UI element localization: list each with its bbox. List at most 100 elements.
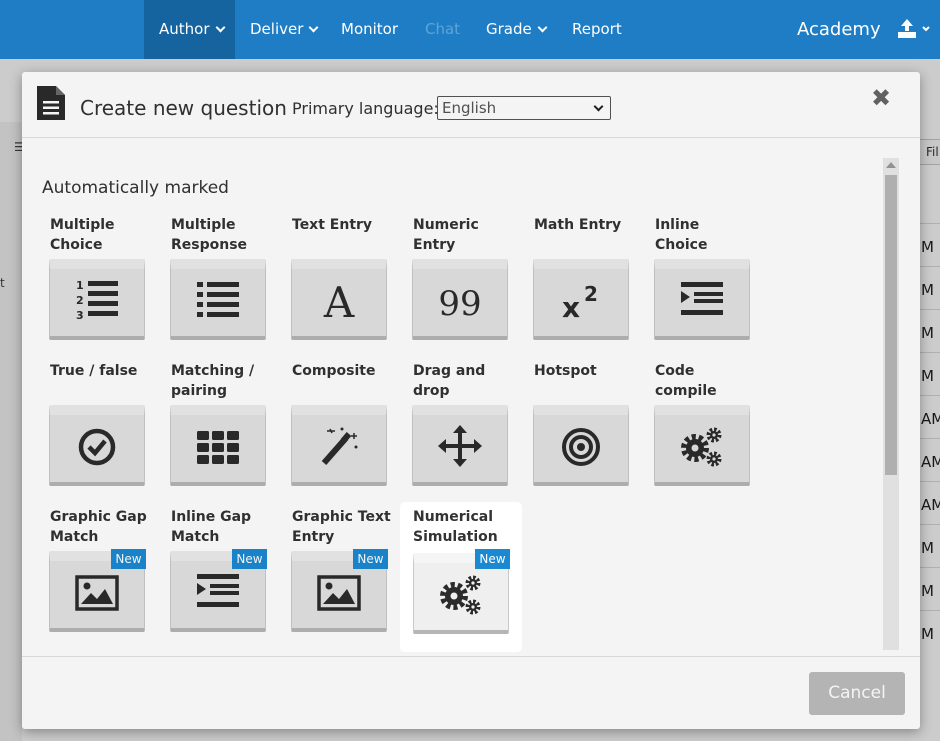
target-icon xyxy=(562,428,600,466)
bullet-list-icon xyxy=(197,282,239,317)
move-arrows-icon xyxy=(438,425,482,467)
chevron-down-icon xyxy=(308,22,319,33)
question-type-hotspot[interactable]: Hotspot xyxy=(526,361,638,496)
question-type-button[interactable] xyxy=(412,405,508,486)
nav-author-label: Author xyxy=(159,20,210,38)
question-type-button[interactable] xyxy=(533,405,629,486)
question-type-label: Multiple Choice xyxy=(50,217,115,253)
svg-text:x: x xyxy=(562,291,580,323)
primary-language-label: Primary language: xyxy=(292,99,439,118)
question-type-button[interactable] xyxy=(654,259,750,340)
question-type-drag-and-drop[interactable]: Drag and drop xyxy=(405,361,517,496)
image-icon xyxy=(317,575,361,611)
question-type-numeric-entry[interactable]: Numeric Entry 99 xyxy=(405,215,517,350)
image-icon xyxy=(75,575,119,611)
nav-monitor-label: Monitor xyxy=(341,20,399,38)
nav-chat-label: Chat xyxy=(425,20,461,38)
indent-icon xyxy=(197,574,239,607)
question-type-label: Matching / pairing xyxy=(171,363,255,399)
question-type-button[interactable]: 99 xyxy=(412,259,508,340)
question-type-label: Text Entry xyxy=(292,217,373,233)
question-type-button[interactable] xyxy=(654,405,750,486)
question-type-math-entry[interactable]: Math Entry x 2 xyxy=(526,215,638,350)
question-type-graphic-text-entry[interactable]: Graphic Text Entry New xyxy=(284,507,396,642)
chevron-down-icon xyxy=(537,22,548,33)
indent-icon xyxy=(681,282,723,315)
numbered-list-icon: 1 2 3 xyxy=(76,279,118,322)
nav-monitor[interactable]: Monitor xyxy=(341,0,398,59)
header-divider xyxy=(22,137,920,138)
question-type-multiple-choice[interactable]: Multiple Choice 1 2 3 xyxy=(42,215,154,350)
svg-text:3: 3 xyxy=(76,309,84,322)
question-type-button[interactable]: x 2 xyxy=(533,259,629,340)
new-badge: New xyxy=(111,549,146,569)
cancel-button[interactable]: Cancel xyxy=(809,672,905,715)
question-type-true-false[interactable]: True / false xyxy=(42,361,154,496)
question-type-code-compile[interactable]: Code compile xyxy=(647,361,759,496)
question-type-button[interactable] xyxy=(291,405,387,486)
letter-a-icon: A xyxy=(323,278,355,323)
number-99-icon: 99 xyxy=(438,284,481,323)
gears-icon xyxy=(440,575,481,615)
chevron-down-icon xyxy=(593,101,604,112)
nav-grade[interactable]: Grade xyxy=(486,0,548,59)
question-type-button[interactable]: A xyxy=(291,259,387,340)
svg-text:1: 1 xyxy=(76,279,84,292)
question-type-matching-pairing[interactable]: Matching / pairing xyxy=(163,361,275,496)
brand-name: Academy xyxy=(797,19,881,40)
nav-report[interactable]: Report xyxy=(572,0,622,59)
new-badge: New xyxy=(232,549,267,569)
question-type-label: Composite xyxy=(292,363,376,379)
nav-deliver[interactable]: Deliver xyxy=(250,0,319,59)
grid-icon xyxy=(197,431,239,464)
question-type-inline-gap-match[interactable]: Inline Gap Match New xyxy=(163,507,275,642)
question-type-label: Multiple Response xyxy=(171,217,248,253)
scrollbar-thumb[interactable] xyxy=(885,175,897,475)
close-icon[interactable]: ✖ xyxy=(871,86,891,110)
question-type-multiple-response[interactable]: Multiple Response xyxy=(163,215,275,350)
gears-icon xyxy=(681,427,722,467)
question-type-label: Hotspot xyxy=(534,363,597,379)
chevron-down-icon xyxy=(215,22,225,33)
svg-text:A: A xyxy=(323,278,355,323)
question-type-label: Drag and drop xyxy=(413,363,486,399)
question-type-label: Graphic Text Entry xyxy=(292,509,391,545)
svg-text:2: 2 xyxy=(584,282,598,306)
upload-icon[interactable] xyxy=(898,18,934,40)
question-type-label: Math Entry xyxy=(534,217,622,233)
nav-deliver-label: Deliver xyxy=(250,20,304,38)
question-type-inline-choice[interactable]: Inline Choice xyxy=(647,215,759,350)
question-type-numerical-simulation[interactable]: Numerical Simulation New xyxy=(400,502,522,652)
magic-wand-icon xyxy=(321,427,358,465)
question-type-label: Numerical Simulation xyxy=(413,509,498,545)
svg-text:99: 99 xyxy=(438,284,481,323)
question-type-button[interactable] xyxy=(170,405,266,486)
primary-language-value: English xyxy=(442,99,497,117)
nav-author[interactable]: Author xyxy=(144,0,235,59)
question-type-button[interactable] xyxy=(170,259,266,340)
scroll-up-arrow-icon[interactable] xyxy=(886,162,896,168)
superscript-icon: x 2 xyxy=(562,282,598,323)
primary-language-select[interactable]: English xyxy=(437,96,611,120)
question-type-button[interactable]: 1 2 3 xyxy=(49,259,145,340)
question-type-composite[interactable]: Composite xyxy=(284,361,396,496)
new-badge: New xyxy=(353,549,388,569)
question-type-graphic-gap-match[interactable]: Graphic Gap Match New xyxy=(42,507,154,642)
question-type-button[interactable] xyxy=(49,405,145,486)
question-type-text-entry[interactable]: Text Entry A xyxy=(284,215,396,350)
question-type-label: Inline Choice xyxy=(655,217,708,253)
question-type-label: Graphic Gap Match xyxy=(50,509,147,545)
new-badge: New xyxy=(475,549,510,569)
footer-divider xyxy=(22,656,920,657)
question-type-label: True / false xyxy=(50,363,138,379)
question-type-label: Inline Gap Match xyxy=(171,509,252,545)
question-type-label: Numeric Entry xyxy=(413,217,479,253)
top-navigation-bar: Author Deliver Monitor Chat Grade Report… xyxy=(0,0,940,59)
nav-chat: Chat xyxy=(425,0,460,59)
svg-text:2: 2 xyxy=(76,294,84,307)
nav-report-label: Report xyxy=(572,20,622,38)
dialog-title: Create new question xyxy=(80,96,287,120)
nav-grade-label: Grade xyxy=(486,20,532,38)
create-question-dialog: Create new question Primary language: En… xyxy=(22,72,920,729)
document-icon xyxy=(37,86,65,120)
